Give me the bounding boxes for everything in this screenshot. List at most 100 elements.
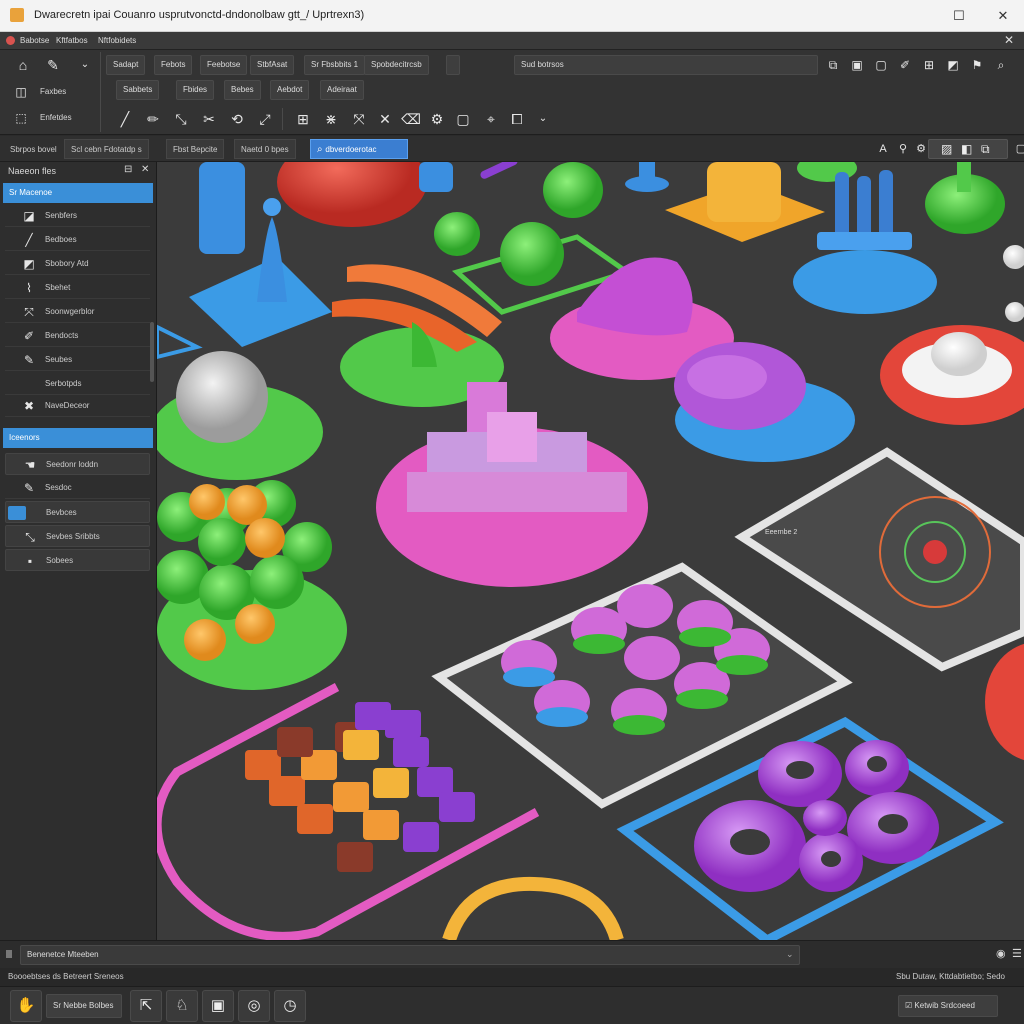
status-toggle[interactable]: ☑ Ketwib Srdcoeed xyxy=(898,995,998,1017)
object-icon[interactable]: ⬚ xyxy=(10,107,32,129)
viewport-mode-group[interactable]: ▨ ◧ ⧉ xyxy=(928,139,1008,159)
bottom-action-button[interactable]: Sr Nebbe Bolbes xyxy=(46,994,122,1018)
scene-canvas[interactable]: Eeernbe 2 xyxy=(157,162,1024,940)
clock-icon[interactable]: ◷ xyxy=(274,990,306,1022)
chevron-down-icon[interactable]: ⌄ xyxy=(74,54,96,76)
pen-icon[interactable]: ✎ xyxy=(42,54,64,76)
divider xyxy=(100,52,101,132)
list-item[interactable]: ╱ Bedboes xyxy=(5,229,150,251)
knife-icon[interactable]: ✕ xyxy=(374,108,396,130)
record-icon[interactable]: ◎ xyxy=(238,990,270,1022)
list-item[interactable]: Bevbces xyxy=(5,501,150,523)
frame-tool-icon[interactable]: ▢ xyxy=(452,108,474,130)
list-item[interactable]: ☚ Seedonr loddn xyxy=(5,453,150,475)
line-tool-icon[interactable]: ╱ xyxy=(114,108,136,130)
toolbar-button[interactable]: Spobdecitrcsb xyxy=(364,55,429,75)
list-item-label: Bendocts xyxy=(45,331,79,340)
toolbar-button[interactable]: Sabbets xyxy=(116,80,160,100)
brush-icon[interactable]: ✐ xyxy=(894,54,916,76)
export-icon[interactable]: ⇱ xyxy=(130,990,162,1022)
merge-icon[interactable]: ⤧ xyxy=(348,108,370,130)
list-item[interactable]: ⌇ Sbehet xyxy=(5,277,150,299)
pencil-icon[interactable]: ✏ xyxy=(142,108,164,130)
toolbar-button[interactable]: StbfAsat xyxy=(250,55,295,75)
menu-item[interactable]: Babotse xyxy=(20,36,49,45)
list-item[interactable]: ◪ Senbfers xyxy=(5,205,150,227)
split-icon[interactable]: ⋇ xyxy=(320,108,342,130)
toolbar-button[interactable]: Fbides xyxy=(176,80,215,100)
panel-close-icon[interactable]: ✕ xyxy=(1004,33,1014,47)
cross-tool-icon[interactable]: ✂ xyxy=(198,108,220,130)
toolbar-button[interactable] xyxy=(446,55,460,75)
panel-toggle[interactable] xyxy=(6,950,12,958)
blue-cylinder xyxy=(199,162,245,254)
menu-item[interactable]: Kftfatbos xyxy=(56,36,88,45)
search-input[interactable]: Sud botrsos xyxy=(514,55,818,75)
image-icon[interactable]: ⧉ xyxy=(822,54,844,76)
list-item[interactable]: Serbotpds xyxy=(5,373,150,395)
toolbar-button[interactable]: Adeiraat xyxy=(320,80,364,100)
list-item[interactable]: ✖ NaveDeceor xyxy=(5,395,150,417)
green-cylinder-small xyxy=(434,212,480,256)
snap-icon[interactable]: ⌖ xyxy=(480,108,502,130)
toolbar-button[interactable]: Bebes xyxy=(224,80,261,100)
frame-icon[interactable]: ▣ xyxy=(846,54,868,76)
3d-viewport[interactable]: Eeernbe 2 xyxy=(157,162,1024,940)
rotate-icon[interactable]: ⟲ xyxy=(226,108,248,130)
pin-icon[interactable]: ⚑ xyxy=(966,54,988,76)
shading-icon[interactable]: ◧ xyxy=(961,142,972,156)
tab-active[interactable]: ⌕ dbverdoerotac xyxy=(310,139,408,159)
layers-icon[interactable]: ◫ xyxy=(10,81,32,103)
status-row: Benenetce Mteeben ⌄ ◉ ☰ xyxy=(0,940,1024,968)
transform-icon[interactable]: ⤡ xyxy=(170,108,192,130)
scrollbar[interactable] xyxy=(150,322,154,382)
animal-icon[interactable]: ♘ xyxy=(166,990,198,1022)
toolbar-button[interactable]: Feebotse xyxy=(200,55,248,75)
maximize-button[interactable]: ☐ xyxy=(948,6,970,26)
list-item[interactable]: ◩ Sbobory Atd xyxy=(5,253,150,275)
list-item[interactable]: ✎ Sesdoc xyxy=(5,477,150,499)
eraser-icon[interactable]: ⌫ xyxy=(400,108,422,130)
section-header[interactable]: Iceenors xyxy=(3,428,153,448)
tab-view[interactable]: Naetd 0 bpes xyxy=(234,139,296,159)
grid-tool-icon[interactable]: ⊞ xyxy=(292,108,314,130)
render-icon[interactable]: ▨ xyxy=(941,142,952,156)
list-item[interactable]: ▪ Sobees xyxy=(5,549,150,571)
overlay-icon[interactable]: ⧉ xyxy=(981,142,990,157)
tab-view[interactable]: Fbst Bepcite xyxy=(166,139,225,159)
list-item[interactable]: ✐ Bendocts xyxy=(5,325,150,347)
hand-icon[interactable]: ✋ xyxy=(10,990,42,1022)
toolbar-button[interactable]: Aebdot xyxy=(270,80,310,100)
menu-item[interactable]: Nftfobidets xyxy=(98,36,136,45)
picture-icon[interactable]: ▣ xyxy=(202,990,234,1022)
tab-view[interactable]: Scl cebn Fdotatdp s xyxy=(64,139,149,159)
gear-icon[interactable]: ⚙ xyxy=(426,108,448,130)
grid-icon[interactable]: ⊞ xyxy=(918,54,940,76)
tab-panel[interactable]: Sbrpos bovel xyxy=(3,139,64,159)
list-item[interactable]: ⤧ Soonwgerblor xyxy=(5,301,150,323)
record-icon[interactable]: ◉ xyxy=(996,947,1006,960)
toolbar-button[interactable]: Sadapt xyxy=(106,55,146,75)
home-icon[interactable]: ⌂ xyxy=(12,54,34,76)
section-header[interactable]: Sr Macenoe xyxy=(3,183,153,203)
list-item-label: Soonwgerblor xyxy=(45,307,95,316)
close-button[interactable]: ✕ xyxy=(992,6,1014,26)
list-item[interactable]: ⤡ Sevbes Sribbts xyxy=(5,525,150,547)
chevron-down-icon[interactable]: ⌄ xyxy=(786,949,794,960)
list-item[interactable]: ✎ Seubes xyxy=(5,349,150,371)
search-icon[interactable]: ⌕ xyxy=(990,54,1012,76)
chevron-down-icon[interactable]: ⌄ xyxy=(532,108,554,130)
list-item-label: Sesdoc xyxy=(45,483,72,492)
filter-icon[interactable]: ⊟ xyxy=(124,164,132,175)
more-icon[interactable]: ▢ xyxy=(1010,138,1024,160)
command-input[interactable]: Benenetce Mteeben xyxy=(20,945,800,965)
font-icon[interactable]: A xyxy=(872,138,894,160)
menu-icon[interactable]: ☰ xyxy=(1012,947,1022,960)
close-icon[interactable]: ✕ xyxy=(141,164,149,175)
toolbar-button[interactable]: Sr Fbsbbits 1 xyxy=(304,55,366,75)
toolbar-button[interactable]: Febots xyxy=(154,55,193,75)
panel-icon[interactable]: ▢ xyxy=(870,54,892,76)
shape-icon[interactable]: ◩ xyxy=(942,54,964,76)
scale-icon[interactable]: ⤢ xyxy=(254,108,276,130)
crop-icon[interactable]: ⧠ xyxy=(506,108,528,130)
